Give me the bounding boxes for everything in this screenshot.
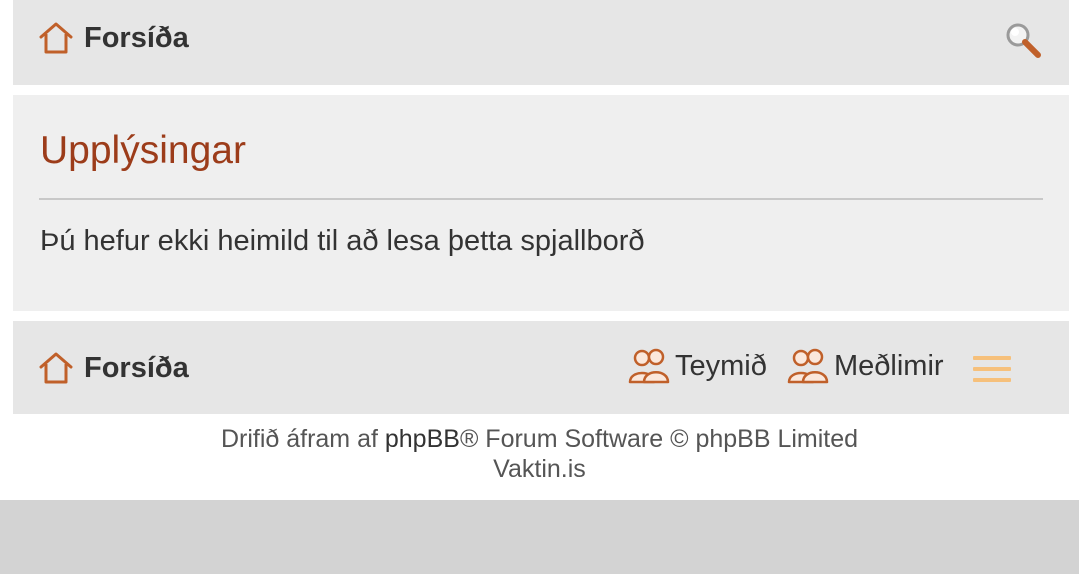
panel-divider bbox=[39, 198, 1043, 200]
team-label: Teymið bbox=[675, 349, 767, 382]
panel-title: Upplýsingar bbox=[40, 129, 246, 172]
phpbb-link[interactable]: phpBB bbox=[385, 425, 460, 453]
info-panel: Upplýsingar Þú hefur ekki heimild til að… bbox=[13, 95, 1069, 311]
hamburger-menu-icon[interactable] bbox=[973, 354, 1011, 384]
home-label: Forsíða bbox=[84, 21, 189, 54]
team-icon bbox=[628, 348, 670, 384]
members-icon bbox=[787, 348, 829, 384]
home-link-top[interactable]: Forsíða bbox=[38, 20, 189, 56]
members-label: Meðlimir bbox=[834, 349, 944, 382]
home-icon bbox=[39, 22, 73, 54]
permission-message: Þú hefur ekki heimild til að lesa þetta … bbox=[40, 225, 645, 257]
footer: Drifið áfram af phpBB® Forum Software © … bbox=[0, 424, 1079, 484]
team-link[interactable]: Teymið bbox=[627, 346, 767, 386]
members-link[interactable]: Meðlimir bbox=[786, 346, 944, 386]
powered-suffix: ® Forum Software © phpBB Limited bbox=[459, 425, 859, 453]
powered-prefix: Drifið áfram af bbox=[220, 425, 385, 453]
top-navbar: Forsíða bbox=[13, 0, 1069, 85]
page-wrapper: Forsíða Upplýsingar Þú hefur ekki heimil… bbox=[0, 0, 1079, 500]
copyright-line: Drifið áfram af phpBB® Forum Software © … bbox=[0, 424, 1079, 454]
search-icon[interactable] bbox=[1003, 20, 1043, 60]
bottom-navbar: Forsíða Teymið Meðlimir bbox=[13, 321, 1069, 414]
home-link-bottom[interactable]: Forsíða bbox=[38, 350, 189, 386]
home-icon bbox=[39, 352, 73, 384]
home-label: Forsíða bbox=[84, 351, 189, 384]
site-name: Vaktin.is bbox=[493, 455, 586, 483]
